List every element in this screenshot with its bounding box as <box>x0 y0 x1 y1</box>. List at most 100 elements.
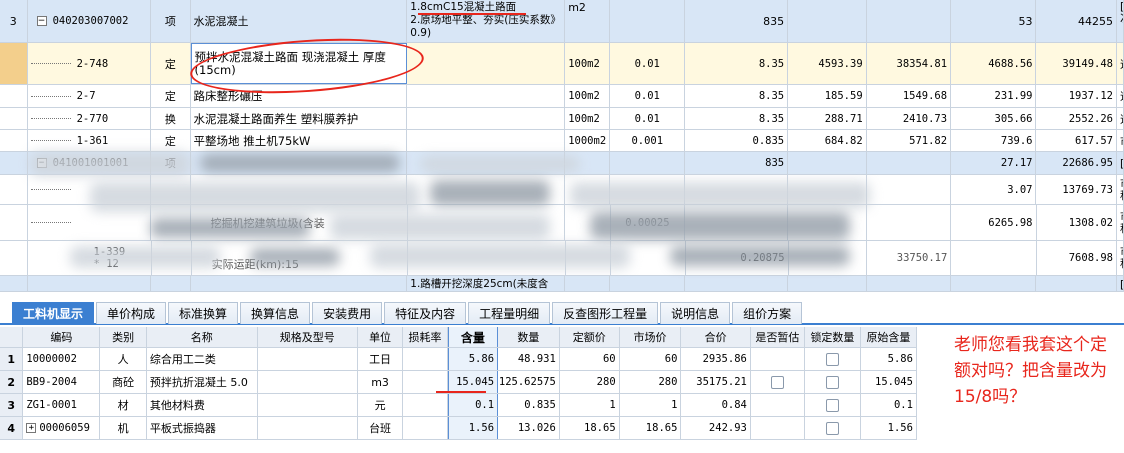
boq-item-row[interactable]: 1.路槽开挖深度25cm(未度含 [市 <box>0 276 1124 292</box>
resource-content-input[interactable]: 5.86 <box>447 348 499 370</box>
quota-row[interactable]: 2-7 定 路床整形碾压 100m2 0.01 8.35 185.59 1549… <box>0 85 1124 108</box>
col-amount[interactable]: 数量 <box>498 327 560 347</box>
tab-labor-material-machine[interactable]: 工料机显示 <box>12 302 95 324</box>
resource-name[interactable]: 其他材料费 <box>147 394 258 416</box>
boq-item-row[interactable]: 3 −040203007002 项 水泥混凝土 1.8cmC15混凝土路面 2.… <box>0 0 1124 43</box>
quota-row[interactable]: 2-748 定 预拌水泥混凝土路面 现浇混凝土 厚度(15cm) 100m2 0… <box>0 43 1124 85</box>
col-lock-quantity[interactable]: 锁定数量 <box>805 327 861 347</box>
annotation-underline <box>418 13 526 15</box>
col-unit[interactable]: 单位 <box>358 327 404 347</box>
tab-reverse-graphic-quantity[interactable]: 反查图形工程量 <box>552 302 659 324</box>
quota-composite-total: 617.57 <box>1036 130 1117 151</box>
quota-name: 实际运距(km):15 <box>192 241 409 275</box>
col-market-price[interactable]: 市场价 <box>620 327 682 347</box>
quota-extra: 市 程 <box>1117 175 1124 204</box>
tab-conversion-info[interactable]: 换算信息 <box>240 302 311 324</box>
item-code: 041001001001 <box>52 157 129 169</box>
resource-name[interactable]: 平板式振捣器 <box>147 417 258 439</box>
expand-icon[interactable]: + <box>26 423 37 433</box>
quota-total: 33750.17 <box>867 241 952 275</box>
resource-spec[interactable] <box>258 371 358 393</box>
resource-market-price[interactable]: 60 <box>620 348 682 370</box>
col-spec[interactable]: 规格及型号 <box>258 327 358 347</box>
item-total <box>867 0 952 42</box>
quota-unit: 1000m2 <box>565 130 611 151</box>
quota-quantity: 8.35 <box>685 108 789 129</box>
col-name[interactable]: 名称 <box>147 327 258 347</box>
boq-item-row[interactable]: −041001001001 项 835 27.17 22686.95 [市 <box>0 152 1124 175</box>
resource-loss[interactable] <box>403 394 448 416</box>
col-category[interactable]: 类别 <box>100 327 147 347</box>
resource-spec[interactable] <box>258 394 358 416</box>
lock-quantity-checkbox[interactable] <box>825 421 839 435</box>
quota-row[interactable]: 2-770 换 水泥混凝土路面养生 塑料膜养护 100m2 0.01 8.35 … <box>0 108 1124 130</box>
resource-market-price[interactable]: 280 <box>620 371 682 393</box>
resource-row[interactable]: 4 +00006059 机 平板式振捣器 台班 1.56 13.026 18.6… <box>0 417 917 440</box>
quota-total: 571.82 <box>867 130 952 151</box>
resource-content-input[interactable]: 0.1 <box>447 394 499 416</box>
col-loss-rate[interactable]: 损耗率 <box>403 327 448 347</box>
resource-loss[interactable] <box>403 417 448 439</box>
col-content[interactable]: 含量 <box>447 327 499 347</box>
lock-quantity-checkbox[interactable] <box>825 375 839 389</box>
quota-row[interactable]: 3.07 13769.73 市 程 <box>0 175 1124 205</box>
resource-market-price[interactable]: 18.65 <box>620 417 682 439</box>
quota-total: 2410.73 <box>867 108 952 129</box>
resource-code[interactable]: 00006059 <box>39 422 90 434</box>
resource-code[interactable]: 10000002 <box>23 348 101 370</box>
tab-installation-cost[interactable]: 安装费用 <box>312 302 383 324</box>
collapse-icon[interactable]: − <box>36 158 47 168</box>
quota-extra: 市 程 <box>1117 241 1124 275</box>
resource-row[interactable]: 3 ZG1-0001 材 其他材料费 元 0.1 0.835 1 1 0.84 … <box>0 394 917 417</box>
col-provisional[interactable]: 是否暂估 <box>751 327 805 347</box>
tab-description[interactable]: 说明信息 <box>660 302 731 324</box>
resource-loss[interactable] <box>403 348 448 370</box>
collapse-icon[interactable]: − <box>36 16 47 26</box>
quota-row[interactable]: 1-339 * 12 实际运距(km):15 0.20875 33750.17 … <box>0 241 1124 276</box>
item-type: 项 <box>151 152 191 174</box>
quota-composite-total: 13769.73 <box>1036 175 1117 204</box>
resource-code[interactable]: ZG1-0001 <box>23 394 101 416</box>
col-total[interactable]: 合价 <box>681 327 751 347</box>
resource-name[interactable]: 预拌抗折混凝土 5.0 <box>147 371 258 393</box>
quota-row[interactable]: 挖掘机挖建筑垃圾(含装 0.00025 6265.98 1308.02 市 程 <box>0 205 1124 241</box>
quota-row[interactable]: 1-361 定 平整场地 推土机75kW 1000m2 0.001 0.835 … <box>0 130 1124 152</box>
quota-extra: 市 <box>1117 130 1124 151</box>
resource-quota-price: 1 <box>560 394 620 416</box>
resource-category: 机 <box>100 417 147 439</box>
item-composite-price: 53 <box>951 0 1037 42</box>
tab-quantity-detail[interactable]: 工程量明细 <box>468 302 551 324</box>
item-code: 040203007002 <box>52 15 129 27</box>
col-quota-price[interactable]: 定额价 <box>560 327 620 347</box>
provisional-checkbox[interactable] <box>770 375 784 389</box>
tab-standard-conversion[interactable]: 标准换算 <box>168 302 239 324</box>
resource-amount: 0.835 <box>498 394 560 416</box>
quota-code: 2-748 <box>76 57 109 70</box>
row-selector[interactable] <box>0 43 28 84</box>
lock-quantity-checkbox[interactable] <box>825 352 839 366</box>
row-index: 2 <box>0 371 24 393</box>
resource-market-price[interactable]: 1 <box>620 394 682 416</box>
col-original-content[interactable]: 原始含量 <box>861 327 917 347</box>
resource-code[interactable]: BB9-2004 <box>23 371 101 393</box>
quota-content: 0.00025 <box>611 205 686 240</box>
resource-loss[interactable] <box>403 371 448 393</box>
col-code[interactable]: 编码 <box>23 327 101 347</box>
resource-row[interactable]: 1 10000002 人 综合用工二类 工日 5.86 48.931 60 60… <box>0 348 917 371</box>
resource-content-input[interactable]: 15.045 <box>447 371 499 393</box>
resource-spec[interactable] <box>258 348 358 370</box>
resource-name[interactable]: 综合用工二类 <box>147 348 258 370</box>
quota-unit: 100m2 <box>565 108 611 129</box>
lock-quantity-checkbox[interactable] <box>825 398 839 412</box>
resource-content-input[interactable]: 1.56 <box>447 417 499 439</box>
resource-category: 商砼 <box>100 371 147 393</box>
resource-original-content: 15.045 <box>861 371 917 393</box>
quota-extra: 道 <box>1117 108 1124 129</box>
resource-total: 35175.21 <box>681 371 751 393</box>
quota-code: 2-770 <box>76 112 109 125</box>
tab-features-content[interactable]: 特征及内容 <box>384 302 467 324</box>
tab-unit-price-composition[interactable]: 单价构成 <box>96 302 167 324</box>
quota-unit-price: 684.82 <box>788 130 867 151</box>
resource-spec[interactable] <box>258 417 358 439</box>
tab-pricing-plan[interactable]: 组价方案 <box>732 302 803 324</box>
